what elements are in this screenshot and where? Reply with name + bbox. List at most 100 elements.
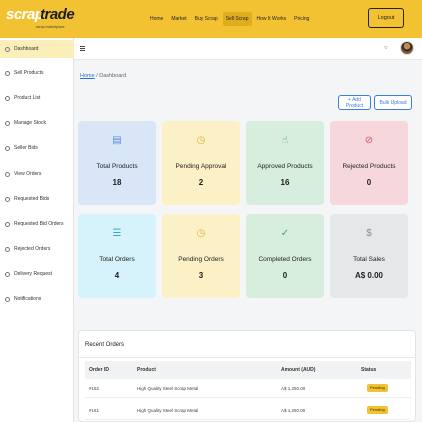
recent-orders-title: Recent Orders bbox=[85, 342, 125, 348]
clipboard-icon bbox=[5, 221, 10, 227]
sidebar-item-dashboard[interactable]: Dashboard bbox=[0, 40, 74, 58]
thumbs-up-icon: ☝ bbox=[281, 135, 289, 146]
main-nav: Home Market Buy Scrap Sell Scrap How It … bbox=[147, 12, 312, 26]
sidebar-item-view-orders[interactable]: View Orders bbox=[0, 165, 74, 183]
column-header-amount: Amount (AUD) bbox=[281, 367, 316, 373]
sidebar-item-label: Delivery Request bbox=[14, 271, 53, 277]
plus-icon bbox=[5, 70, 10, 76]
box-icon: ▤ bbox=[112, 135, 122, 146]
add-product-button[interactable]: + Add Product bbox=[338, 95, 371, 110]
sidebar-item-product-list[interactable]: Product List bbox=[0, 89, 74, 107]
product-cell: High Quality Steel Scrap Metal bbox=[137, 408, 199, 413]
stat-label: Completed Orders bbox=[258, 256, 312, 263]
stat-card-approved-products[interactable]: ☝ Approved Products 16 bbox=[246, 121, 324, 205]
stat-card-pending-approval[interactable]: ◷ Pending Approval 2 bbox=[162, 121, 240, 205]
list-icon bbox=[5, 95, 10, 101]
brand-logo[interactable]: scrap trade scrap marketplace bbox=[6, 6, 75, 32]
stat-label: Pending Approval bbox=[175, 163, 227, 170]
stat-card-total-sales[interactable]: $ Total Sales A$ 0.00 bbox=[330, 214, 408, 298]
truck-icon bbox=[5, 271, 10, 277]
sidebar-item-label: View Orders bbox=[14, 171, 42, 177]
stat-label: Total Sales bbox=[353, 256, 385, 263]
stat-value: 0 bbox=[282, 271, 288, 280]
table-row[interactable]: #161 High Quality Steel Scrap Metal A$ 1… bbox=[85, 402, 411, 420]
nav-home[interactable]: Home bbox=[147, 12, 166, 26]
logo-scrap-text: scrap bbox=[6, 6, 44, 23]
stat-value: A$ 0.00 bbox=[354, 271, 384, 280]
dashboard-icon bbox=[5, 46, 10, 52]
sidebar-item-label: Product List bbox=[14, 95, 41, 101]
sidebar-item-seller-bids[interactable]: Seller Bids bbox=[0, 139, 74, 157]
nav-market[interactable]: Market bbox=[168, 12, 189, 26]
notification-bell-icon[interactable]: ○ bbox=[384, 45, 388, 51]
sidebar-item-requested-bid-orders[interactable]: Requested Bid Orders bbox=[0, 215, 74, 233]
menu-toggle-icon[interactable] bbox=[80, 46, 85, 51]
sidebar-item-label: Manage Stock bbox=[14, 120, 46, 126]
product-cell: High Quality Steel Scrap Metal bbox=[137, 386, 199, 391]
nav-how-it-works[interactable]: How It Works bbox=[254, 12, 290, 26]
x-circle-icon bbox=[5, 246, 10, 252]
stat-card-total-orders[interactable]: ☰ Total Orders 4 bbox=[78, 214, 156, 298]
logout-button[interactable]: Logout bbox=[368, 8, 404, 28]
stat-label: Approved Products bbox=[257, 163, 313, 170]
check-circle-icon: ✓ bbox=[280, 228, 290, 239]
status-badge: Pending bbox=[367, 384, 388, 392]
stat-card-rejected-products[interactable]: ⊘ Rejected Products 0 bbox=[330, 121, 408, 205]
breadcrumb-separator: / bbox=[96, 73, 98, 79]
stat-card-pending-orders[interactable]: ◷ Pending Orders 3 bbox=[162, 214, 240, 298]
sidebar-item-label: Sell Products bbox=[14, 70, 44, 76]
sidebar-item-label: Requested Bid Orders bbox=[14, 221, 64, 227]
column-header-order-id: Order ID bbox=[89, 367, 110, 373]
list-icon: ☰ bbox=[112, 228, 122, 239]
logo-tagline: scrap marketplace bbox=[36, 25, 65, 29]
amount-cell: A$ 1,250.00 bbox=[281, 408, 306, 413]
sidebar-item-label: Rejected Orders bbox=[14, 246, 51, 252]
table-header: Order ID Product Amount (AUD) Status bbox=[85, 361, 411, 379]
order-id-cell: #161 bbox=[89, 408, 100, 413]
stat-value: 16 bbox=[280, 178, 290, 187]
sidebar-item-sell-products[interactable]: Sell Products bbox=[0, 64, 74, 82]
dollar-icon: $ bbox=[366, 228, 372, 239]
divider bbox=[79, 357, 417, 358]
sidebar-item-label: Seller Bids bbox=[14, 145, 38, 151]
sidebar-item-delivery-request[interactable]: Delivery Request bbox=[0, 265, 74, 283]
sidebar-item-label: Requested Bids bbox=[14, 196, 50, 202]
nav-sell-scrap[interactable]: Sell Scrap bbox=[222, 12, 252, 26]
stat-card-total-products[interactable]: ▤ Total Products 18 bbox=[78, 121, 156, 205]
cart-icon bbox=[5, 171, 10, 177]
top-navbar: scrap trade scrap marketplace Home Marke… bbox=[0, 0, 422, 38]
sidebar-item-label: Notifications bbox=[14, 296, 42, 302]
sidebar: Dashboard Sell Products Product List Man… bbox=[0, 38, 74, 422]
stat-card-completed-orders[interactable]: ✓ Completed Orders 0 bbox=[246, 214, 324, 298]
stat-value: 3 bbox=[198, 271, 204, 280]
column-header-product: Product bbox=[137, 367, 156, 373]
breadcrumb-home[interactable]: Home bbox=[80, 73, 95, 79]
amount-cell: A$ 1,250.00 bbox=[281, 386, 306, 391]
sidebar-item-rejected-orders[interactable]: Rejected Orders bbox=[0, 240, 74, 258]
nav-pricing[interactable]: Pricing bbox=[291, 12, 312, 26]
sidebar-item-requested-bids[interactable]: Requested Bids bbox=[0, 190, 74, 208]
bulk-upload-button[interactable]: Bulk Upload bbox=[374, 95, 412, 110]
clock-icon: ◷ bbox=[196, 135, 206, 146]
x-circle-icon: ⊘ bbox=[364, 135, 374, 146]
sidebar-item-manage-stock[interactable]: Manage Stock bbox=[0, 114, 74, 132]
order-id-cell: #162 bbox=[89, 386, 100, 391]
bell-icon bbox=[5, 296, 10, 302]
stat-label: Rejected Products bbox=[342, 163, 396, 170]
stat-label: Pending Orders bbox=[178, 256, 224, 263]
stat-label: Total Orders bbox=[99, 256, 135, 263]
stat-label: Total Products bbox=[96, 163, 138, 170]
nav-buy-scrap[interactable]: Buy Scrap bbox=[192, 12, 221, 26]
stat-value: 2 bbox=[198, 178, 204, 187]
content-header: ○ bbox=[74, 38, 422, 60]
sidebar-item-notifications[interactable]: Notifications bbox=[0, 290, 74, 308]
recent-orders-panel: Recent Orders Order ID Product Amount (A… bbox=[78, 330, 417, 422]
hand-icon bbox=[5, 196, 10, 202]
stat-value: 0 bbox=[366, 178, 372, 187]
logo-trade-text: trade bbox=[40, 6, 75, 23]
sidebar-item-label: Dashboard bbox=[14, 46, 39, 52]
gavel-icon bbox=[5, 145, 10, 151]
breadcrumb: Home / Dashboard bbox=[80, 73, 126, 79]
table-row[interactable]: #162 High Quality Steel Scrap Metal A$ 1… bbox=[85, 380, 411, 398]
avatar[interactable] bbox=[400, 41, 414, 55]
